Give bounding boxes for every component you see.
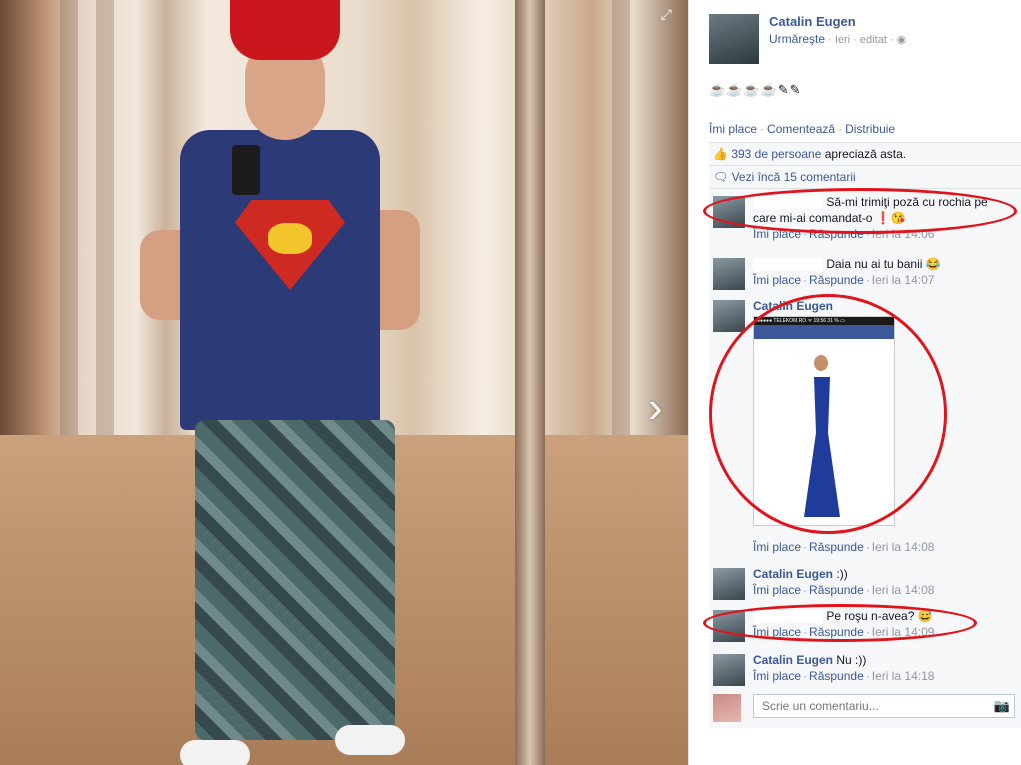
comment-body: Catalin Eugen :)) Îmi place · Răspunde · Ier… — [753, 566, 1013, 598]
expand-icon[interactable]: ⤢ — [661, 6, 672, 23]
comment-link[interactable]: Comentează — [767, 122, 835, 136]
comment-time[interactable]: Ieri la 14:18 — [872, 669, 935, 683]
comment-time[interactable]: Ieri la 14:08 — [872, 540, 935, 554]
avatar[interactable] — [713, 300, 745, 332]
phone — [232, 145, 260, 195]
blue-dress — [804, 377, 840, 517]
reply-link[interactable]: Răspunde — [809, 540, 864, 554]
edited-label[interactable]: editat — [860, 34, 887, 46]
app-header-bar — [754, 325, 894, 339]
model-head — [814, 355, 828, 371]
like-link[interactable]: Îmi place — [753, 227, 801, 241]
write-comment-row: 📷 — [709, 690, 1021, 726]
comment-body: Să-mi trimiţi poză cu rochia pe care mi-… — [753, 194, 1013, 242]
avatar[interactable] — [709, 14, 759, 64]
comment-item: Catalin Eugen Nu :)) Îmi place · Răspunde ·… — [709, 648, 1021, 690]
avatar — [713, 694, 741, 722]
avatar[interactable] — [713, 568, 745, 600]
like-link[interactable]: Îmi place — [753, 583, 801, 597]
reply-link[interactable]: Răspunde — [809, 273, 864, 287]
comment-item: Catalin Eugen :)) Îmi place · Răspunde · Ier… — [709, 562, 1021, 604]
comment-time[interactable]: Ieri la 14:07 — [872, 273, 935, 287]
post-meta: Urmăreşte · Ieri · editat · ◉ — [769, 32, 907, 46]
status-bar: ●●●●● TELEKOM.RO ᯤ 19:56 31 % ▭ — [754, 317, 894, 325]
follow-link[interactable]: Urmăreşte — [769, 32, 825, 46]
post-text: ☕☕☕☕✎✎ — [709, 82, 802, 97]
more-comments-link[interactable]: 🗨 Vezi încă 15 comentarii — [709, 166, 1021, 189]
shoe — [335, 725, 405, 755]
comment-item: Daia nu ai tu banii 😂 Îmi place · Răspunde… — [709, 252, 1021, 294]
comment-item: Catalin Eugen ●●●●● TELEKOM.RO ᯤ 19:56 3… — [709, 294, 1021, 560]
post-time[interactable]: Ieri — [835, 34, 850, 46]
comments-panel: Catalin Eugen Urmăreşte · Ieri · editat … — [688, 0, 1021, 765]
avatar[interactable] — [713, 258, 745, 290]
comment-actions: Îmi place · Răspunde · Ieri la 14:06 — [753, 227, 935, 241]
next-arrow-icon[interactable]: › — [648, 386, 670, 430]
comment-time[interactable]: Ieri la 14:09 — [872, 625, 935, 639]
likes-summary: 👍 393 de persoane apreciază asta. — [709, 143, 1021, 166]
like-link[interactable]: Îmi place — [753, 669, 801, 683]
thumbs-up-icon: 👍 — [713, 147, 728, 161]
comment-time[interactable]: Ieri la 14:08 — [872, 583, 935, 597]
comment-text: Nu :)) — [836, 653, 867, 667]
globe-icon: ◉ — [896, 34, 907, 46]
comment-author[interactable]: Catalin Eugen — [753, 299, 833, 313]
reply-link[interactable]: Răspunde — [809, 669, 864, 683]
mirror-frame — [515, 0, 545, 765]
likes-suffix: apreciază asta. — [824, 147, 907, 161]
redacted-name — [753, 610, 823, 624]
like-link[interactable]: Îmi place — [753, 540, 801, 554]
comment-item: Să-mi trimiţi poză cu rochia pe care mi-… — [709, 190, 1021, 250]
comment-text: Pe roşu n-avea? 😅 — [826, 609, 933, 623]
likes-count[interactable]: 393 de persoane — [731, 147, 821, 161]
like-link[interactable]: Îmi place — [753, 625, 801, 639]
redacted-name — [753, 196, 823, 210]
comment-actions: Îmi place · Răspunde · Ieri la 14:09 — [753, 625, 935, 639]
red-cap — [230, 0, 340, 60]
comment-author[interactable]: Catalin Eugen — [753, 653, 833, 667]
avatar[interactable] — [713, 610, 745, 642]
person-figure — [140, 0, 460, 765]
avatar[interactable] — [713, 654, 745, 686]
comment-item: Pe roşu n-avea? 😅 Îmi place · Răspunde · Ier… — [709, 604, 1021, 648]
reply-link[interactable]: Răspunde — [809, 625, 864, 639]
photo-viewer[interactable]: ⤢ › — [0, 0, 688, 765]
like-link[interactable]: Îmi place — [709, 122, 757, 136]
comment-actions: Îmi place · Răspunde · Ieri la 14:07 — [753, 273, 935, 287]
attached-image[interactable]: ●●●●● TELEKOM.RO ᯤ 19:56 31 % ▭ — [753, 316, 895, 526]
comment-body: Catalin Eugen — [753, 298, 1013, 314]
comment-body: Daia nu ai tu banii 😂 Îmi place · Răspunde… — [753, 256, 1013, 288]
shoe — [180, 740, 250, 765]
comment-time[interactable]: Ieri la 14:06 — [872, 227, 935, 241]
avatar[interactable] — [713, 196, 745, 228]
camo-pants — [195, 420, 395, 740]
share-link[interactable]: Distribuie — [845, 122, 895, 136]
owner-name[interactable]: Catalin Eugen — [769, 14, 856, 29]
comment-actions: Îmi place · Răspunde · Ieri la 14:08 — [753, 540, 935, 554]
comment-actions: Îmi place · Răspunde · Ieri la 14:18 — [753, 669, 935, 683]
comment-body: Pe roşu n-avea? 😅 Îmi place · Răspunde · Ier… — [753, 608, 1013, 640]
comment-text: Daia nu ai tu banii 😂 — [826, 257, 941, 271]
comment-text: :)) — [836, 567, 848, 581]
comment-actions: Îmi place · Răspunde · Ieri la 14:08 — [753, 583, 935, 597]
comment-body: Catalin Eugen Nu :)) Îmi place · Răspunde ·… — [753, 652, 1013, 684]
more-comments-label[interactable]: Vezi încă 15 comentarii — [732, 170, 856, 184]
post-actions: Îmi place · Comentează · Distribuie — [709, 122, 896, 136]
comment-author[interactable]: Catalin Eugen — [753, 567, 833, 581]
reply-link[interactable]: Răspunde — [809, 583, 864, 597]
shirt — [180, 130, 380, 430]
redacted-name — [753, 258, 823, 272]
comment-bubble-icon: 🗨 — [713, 170, 729, 184]
camera-icon[interactable]: 📷 — [994, 698, 1010, 714]
comment-input[interactable] — [753, 694, 1015, 718]
reply-link[interactable]: Răspunde — [809, 227, 864, 241]
like-link[interactable]: Îmi place — [753, 273, 801, 287]
